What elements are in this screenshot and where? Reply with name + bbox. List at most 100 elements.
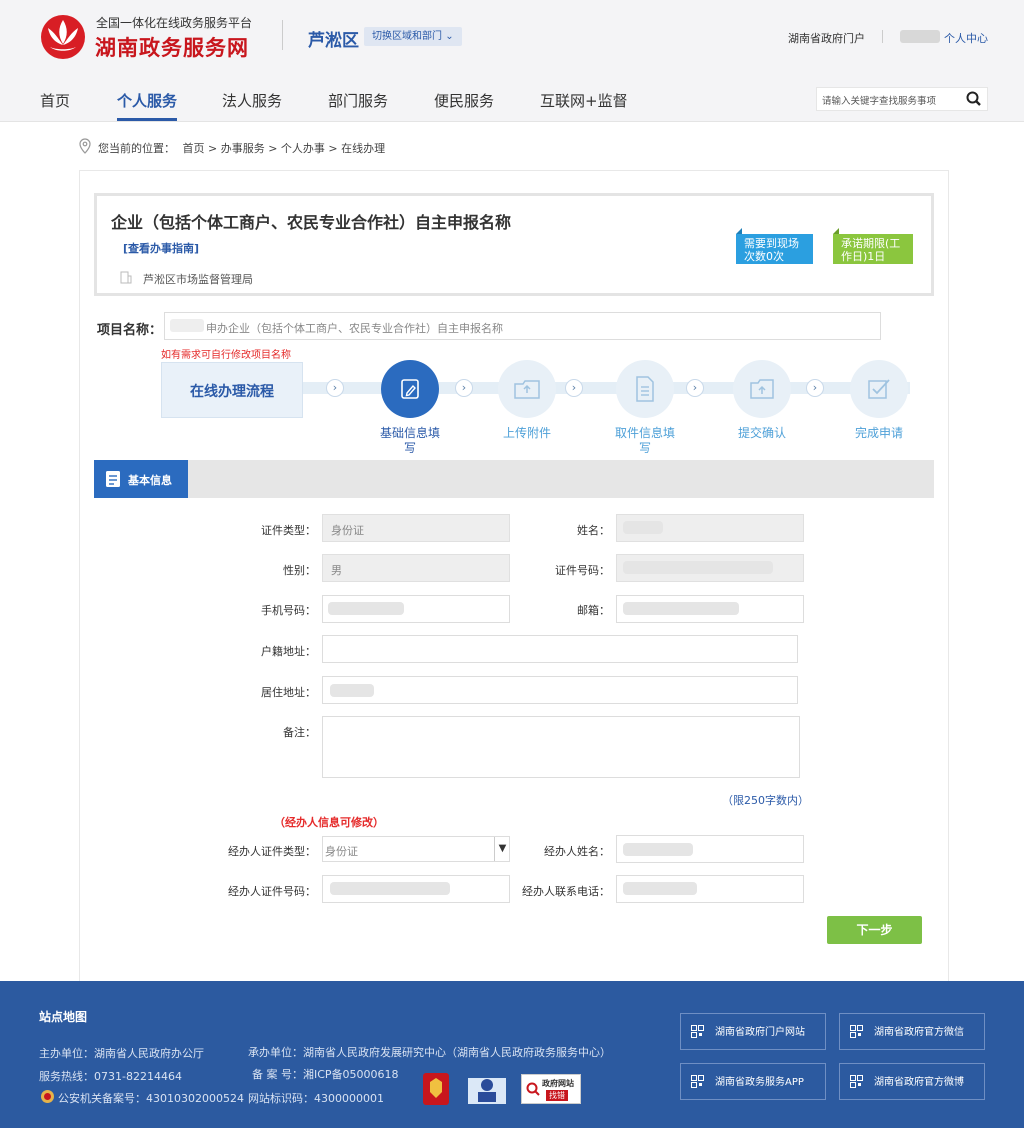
portal-link[interactable]: 湖南省政府门户 xyxy=(788,30,865,46)
step-submit-confirm[interactable] xyxy=(733,360,791,418)
redacted-text xyxy=(330,684,374,697)
deadline-badge: 承诺期限(工 作日)1日 xyxy=(833,228,913,264)
nav-department-service[interactable]: 部门服务 xyxy=(328,90,388,111)
household-address-input[interactable] xyxy=(322,635,798,663)
submit-folder-icon xyxy=(750,379,774,399)
agent-id-type-label: 经办人证件类型： xyxy=(228,845,316,858)
link-label: 湖南省政府门户网站 xyxy=(715,1027,805,1038)
flow-title: 在线办理流程 xyxy=(190,384,274,400)
error-badge-line2: 找错 xyxy=(546,1090,568,1101)
gender-label: 性别： xyxy=(283,564,316,577)
hunan-logo-icon[interactable] xyxy=(38,12,88,60)
chevron-right-icon: › xyxy=(455,379,473,397)
nav-legal-service[interactable]: 法人服务 xyxy=(222,90,282,111)
step-label-submit: 提交确认 xyxy=(737,426,786,440)
host-unit: 主办单位：湖南省人民政府办公厅 xyxy=(39,1047,204,1060)
agent-phone-label: 经办人联系电话： xyxy=(522,885,610,898)
chevron-down-icon: ⌄ xyxy=(445,31,454,42)
project-name-label: 项目名称： xyxy=(97,323,163,338)
department-name: 芦淞区市场监督管理局 xyxy=(143,273,253,286)
error-badge-line1: 政府网站 xyxy=(542,1079,574,1088)
switch-region-button[interactable]: 切换区域和部门 ⌄ xyxy=(364,27,462,46)
step-complete[interactable] xyxy=(850,360,908,418)
redacted-text xyxy=(170,319,204,332)
qr-code-icon xyxy=(850,1075,863,1088)
phone-label: 手机号码： xyxy=(261,604,316,617)
link-label: 湖南省政务服务APP xyxy=(715,1077,804,1088)
agent-name-label: 经办人姓名： xyxy=(544,845,610,858)
id-type-label: 证件类型： xyxy=(261,524,316,537)
breadcrumb: 您当前的位置： 首页 > 办事服务 > 个人办事 > 在线办理 xyxy=(98,140,385,156)
service-guide-link[interactable]: [查看办事指南] xyxy=(123,240,199,256)
breadcrumb-label: 您当前的位置： xyxy=(98,142,175,155)
remark-label: 备注： xyxy=(283,726,316,739)
chevron-right-icon: › xyxy=(326,379,344,397)
step-label-pickup: 取件信息填写 xyxy=(614,426,675,455)
site-title[interactable]: 湖南政务服务网 xyxy=(95,32,249,62)
chevron-right-icon: › xyxy=(806,379,824,397)
email-label: 邮箱： xyxy=(577,604,610,617)
icp-record[interactable]: 备 案 号：湘ICP备05000618 xyxy=(252,1066,399,1082)
redacted-text xyxy=(328,602,404,615)
site-map-title[interactable]: 站点地图 xyxy=(39,1008,87,1025)
visit-count-badge: 需要到现场 次数0次 xyxy=(736,228,813,264)
step-label-basic-info: 基础信息填写 xyxy=(379,426,440,455)
magnifier-icon xyxy=(526,1082,540,1096)
project-name-hint: 如有需求可自行修改项目名称 xyxy=(161,350,291,361)
gov-site-error-report-badge[interactable]: 政府网站 找错 xyxy=(521,1074,581,1104)
upload-folder-icon xyxy=(514,380,540,399)
visit-count-line2: 次数0次 xyxy=(744,250,784,263)
breadcrumb-path[interactable]: 首页 > 办事服务 > 个人办事 > 在线办理 xyxy=(183,142,386,155)
redacted-text xyxy=(623,521,663,534)
link-portal-site[interactable]: 湖南省政府门户网站 xyxy=(680,1013,826,1050)
section-header-bar xyxy=(94,460,934,498)
link-label: 湖南省政府官方微博 xyxy=(874,1077,964,1088)
switch-region-label: 切换区域和部门 xyxy=(372,31,442,42)
residence-address-label: 居住地址： xyxy=(261,686,316,699)
remark-textarea[interactable] xyxy=(322,716,800,778)
redacted-text xyxy=(623,843,693,856)
organizer-unit: 承办单位：湖南省人民政府发展研究中心（湖南省人民政府政务服务中心） xyxy=(248,1046,611,1059)
step-pickup-info[interactable] xyxy=(616,360,674,418)
step-upload-attachment[interactable] xyxy=(498,360,556,418)
link-official-weibo[interactable]: 湖南省政府官方微博 xyxy=(839,1063,985,1100)
nav-convenience-service[interactable]: 便民服务 xyxy=(434,90,494,111)
name-label: 姓名： xyxy=(577,524,610,537)
site-identifier: 网站标识码：4300000001 xyxy=(248,1092,384,1105)
redacted-text xyxy=(623,561,773,574)
police-cyber-badge-icon[interactable] xyxy=(466,1072,508,1106)
link-gov-service-app[interactable]: 湖南省政务服务APP xyxy=(680,1063,826,1100)
nav-home[interactable]: 首页 xyxy=(40,90,70,111)
redacted-text xyxy=(330,882,450,895)
building-icon xyxy=(120,271,132,284)
agent-editable-hint: （经办人信息可修改） xyxy=(274,816,384,829)
gender-value: 男 xyxy=(331,564,342,577)
next-step-button[interactable]: 下一步 xyxy=(827,916,922,944)
nav-internet-supervision[interactable]: 互联网+监督 xyxy=(540,90,628,111)
search-icon[interactable] xyxy=(963,88,985,110)
remark-length-limit: （限250字数内） xyxy=(722,794,809,807)
form-document-icon xyxy=(106,471,120,487)
qr-code-icon xyxy=(691,1025,704,1038)
header-divider xyxy=(282,20,283,50)
chevron-right-icon: › xyxy=(686,379,704,397)
residence-address-input[interactable] xyxy=(322,676,798,704)
link-official-wechat[interactable]: 湖南省政府官方微信 xyxy=(839,1013,985,1050)
step-label-upload: 上传附件 xyxy=(502,426,551,440)
nav-personal-service[interactable]: 个人服务 xyxy=(117,90,177,111)
header-separator xyxy=(882,30,883,43)
id-type-value: 身份证 xyxy=(331,524,364,537)
project-name-value: 申办企业（包括个体工商户、农民专业合作社）自主申报名称 xyxy=(206,322,503,335)
user-center-link[interactable]: 个人中心 xyxy=(944,30,988,46)
redacted-text xyxy=(623,882,697,895)
user-name-redacted xyxy=(900,30,940,43)
step-basic-info[interactable] xyxy=(381,360,439,418)
link-label: 湖南省政府官方微信 xyxy=(874,1027,964,1038)
id-number-label: 证件号码： xyxy=(555,564,610,577)
police-record[interactable]: 公安机关备案号：43010302000524 xyxy=(58,1090,244,1106)
party-emblem-badge-icon[interactable] xyxy=(420,1072,452,1106)
deadline-line2: 作日)1日 xyxy=(841,250,886,263)
nav-active-indicator xyxy=(117,118,177,121)
checkbox-icon xyxy=(868,379,890,399)
location-pin-icon xyxy=(79,138,91,154)
